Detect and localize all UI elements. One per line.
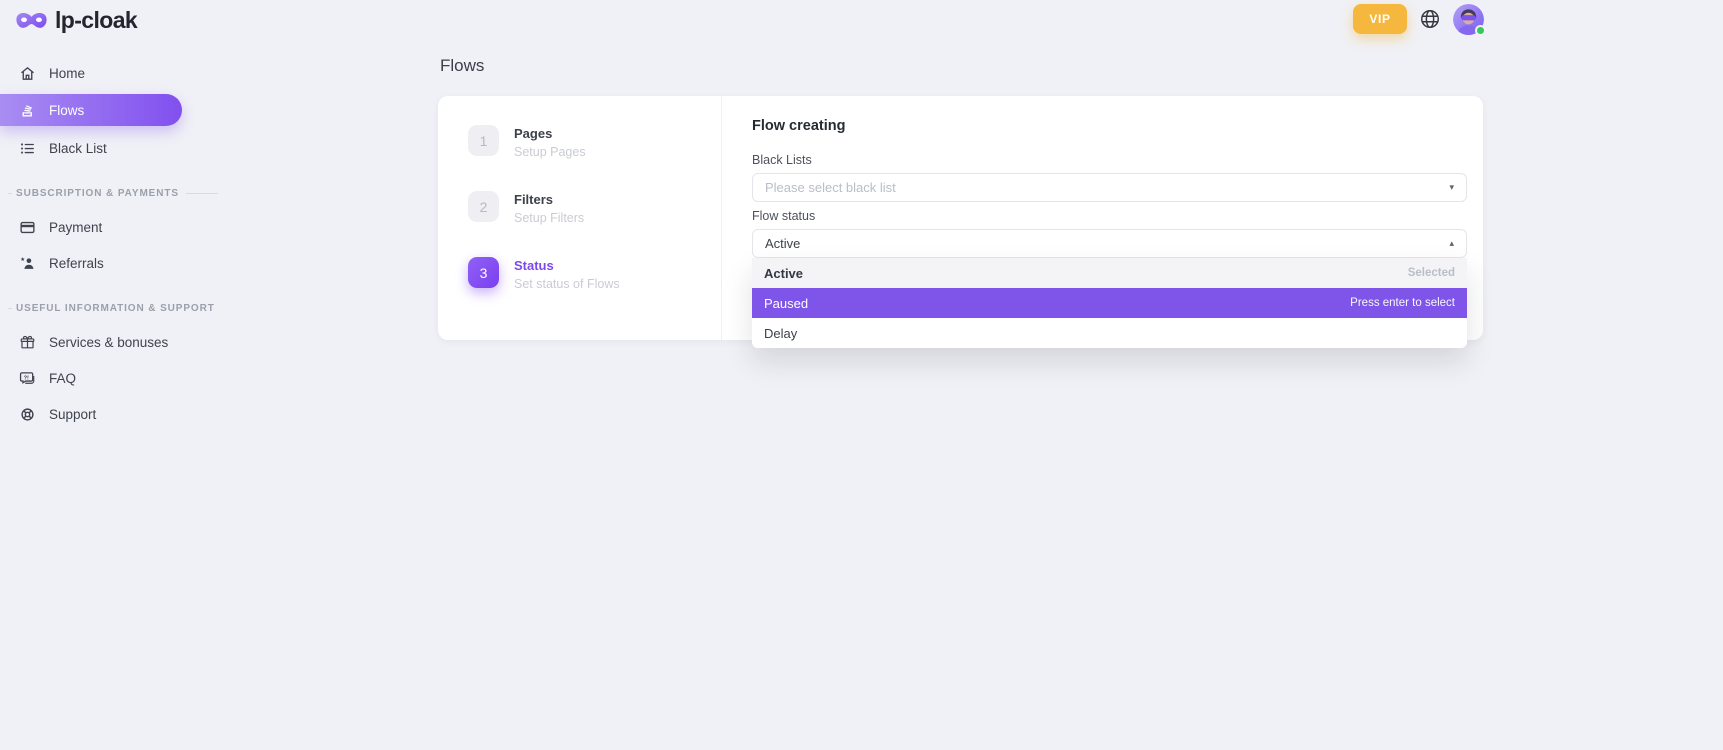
option-label: Paused — [764, 296, 808, 311]
step-title: Filters — [514, 193, 584, 207]
option-paused[interactable]: Paused Press enter to select — [752, 288, 1467, 318]
sidebar-item-referrals[interactable]: Referrals — [0, 249, 210, 277]
black-lists-placeholder: Please select black list — [765, 180, 896, 195]
topbar: VIP — [1353, 3, 1484, 35]
step-filters[interactable]: 2 Filters Setup Filters — [468, 191, 721, 226]
chevron-down-icon: ▾ — [1449, 183, 1454, 192]
sidebar-item-payment[interactable]: Payment — [0, 213, 210, 241]
flow-status-dropdown: Active Selected Paused Press enter to se… — [752, 258, 1467, 348]
flow-status-select[interactable]: Active ▴ — [752, 229, 1467, 258]
section-label-useful-information: USEFUL INFORMATION & SUPPORT — [0, 303, 210, 314]
sidebar-item-support[interactable]: Support — [0, 400, 210, 428]
page-title: Flows — [440, 56, 484, 76]
sidebar-item-label: Referrals — [49, 256, 104, 271]
step-number-badge: 2 — [468, 191, 499, 222]
language-button[interactable] — [1419, 8, 1441, 30]
sidebar-item-label: FAQ — [49, 371, 76, 386]
credit-card-icon — [19, 219, 36, 236]
wizard-steps: 1 Pages Setup Pages 2 Filters Setup Filt… — [438, 96, 722, 340]
flow-creating-form: Flow creating Black Lists Please select … — [722, 96, 1483, 340]
mask-logo-icon — [16, 11, 47, 31]
step-status[interactable]: 3 Status Set status of Flows — [468, 257, 721, 292]
sidebar-item-label: Home — [49, 66, 85, 81]
option-active[interactable]: Active Selected — [752, 258, 1467, 288]
globe-icon — [1419, 8, 1441, 30]
step-subtitle: Set status of Flows — [514, 278, 620, 292]
step-pages[interactable]: 1 Pages Setup Pages — [468, 125, 721, 160]
sidebar-item-label: Support — [49, 407, 96, 422]
sidebar-item-faq[interactable]: ?! FAQ — [0, 364, 210, 392]
option-label: Delay — [764, 326, 797, 341]
logo-text: lp-cloak — [55, 7, 137, 34]
sidebar: Home Flows Black List SUBSCRIPTION & PAY… — [0, 59, 210, 428]
flow-status-label: Flow status — [752, 210, 1467, 223]
flow-wizard-card: 1 Pages Setup Pages 2 Filters Setup Filt… — [438, 96, 1483, 340]
step-title: Pages — [514, 127, 586, 141]
section-label-subscription-payments: SUBSCRIPTION & PAYMENTS — [0, 188, 210, 199]
black-lists-label: Black Lists — [752, 154, 1467, 167]
flow-status-value: Active — [765, 236, 800, 251]
home-icon — [19, 65, 36, 82]
app-logo[interactable]: lp-cloak — [16, 7, 137, 34]
referrals-icon — [19, 255, 36, 272]
svg-text:?!: ?! — [24, 375, 29, 381]
sidebar-item-label: Services & bonuses — [49, 335, 168, 350]
sidebar-item-home[interactable]: Home — [0, 59, 210, 87]
online-status-dot — [1475, 25, 1486, 36]
sidebar-item-label: Payment — [49, 220, 102, 235]
sidebar-item-label: Flows — [49, 103, 84, 118]
sidebar-item-label: Black List — [49, 141, 107, 156]
avatar[interactable] — [1453, 4, 1484, 35]
option-label: Active — [764, 266, 803, 281]
option-delay[interactable]: Delay — [752, 318, 1467, 348]
form-title: Flow creating — [752, 119, 1467, 134]
option-hint-press-enter: Press enter to select — [1350, 297, 1455, 309]
black-lists-select[interactable]: Please select black list ▾ — [752, 173, 1467, 202]
sidebar-item-black-list[interactable]: Black List — [0, 134, 210, 162]
vip-button[interactable]: VIP — [1353, 4, 1407, 34]
step-subtitle: Setup Filters — [514, 212, 584, 226]
sidebar-item-services-bonuses[interactable]: Services & bonuses — [0, 328, 210, 356]
list-icon — [19, 140, 36, 157]
step-number-badge: 1 — [468, 125, 499, 156]
flows-icon — [19, 102, 36, 119]
step-subtitle: Setup Pages — [514, 146, 586, 160]
sidebar-item-flows[interactable]: Flows — [0, 94, 182, 126]
chevron-up-icon: ▴ — [1449, 239, 1454, 248]
faq-icon: ?! — [19, 370, 36, 387]
step-title: Status — [514, 259, 620, 273]
lifebuoy-icon — [19, 406, 36, 423]
option-hint-selected: Selected — [1408, 267, 1455, 279]
gift-icon — [19, 334, 36, 351]
step-number-badge: 3 — [468, 257, 499, 288]
